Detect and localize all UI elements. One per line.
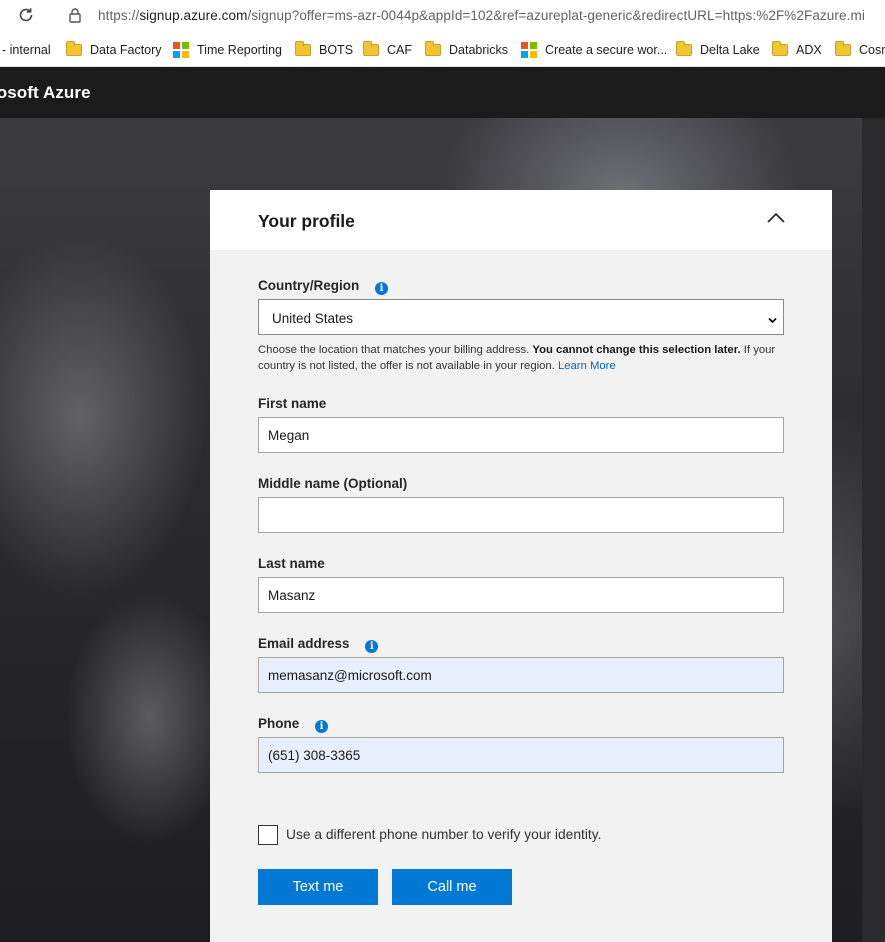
chevron-up-icon[interactable] bbox=[766, 211, 786, 225]
folder-icon bbox=[295, 41, 311, 56]
bookmark-databricks[interactable]: Databricks bbox=[425, 41, 508, 59]
folder-icon bbox=[676, 41, 692, 56]
info-icon[interactable]: i bbox=[365, 640, 379, 653]
bookmark-cosm[interactable]: Cosm bbox=[835, 41, 885, 59]
phone-label: Phone bbox=[258, 716, 300, 731]
background-edge bbox=[862, 118, 885, 942]
chevron-down-icon bbox=[768, 313, 777, 324]
call-me-button[interactable]: Call me bbox=[392, 869, 512, 905]
bookmark-label: Create a secure wor... bbox=[545, 43, 668, 57]
different-phone-checkbox[interactable] bbox=[258, 825, 278, 845]
browser-address-bar: https://signup.azure.com/signup?offer=ms… bbox=[0, 0, 885, 34]
last-name-input[interactable]: Masanz bbox=[258, 577, 784, 613]
bookmark-label: Cosm bbox=[859, 43, 885, 57]
bookmark-label: BOTS bbox=[319, 43, 354, 57]
url-field[interactable]: https://signup.azure.com/signup?offer=ms… bbox=[98, 8, 865, 23]
different-phone-label: Use a different phone number to verify y… bbox=[286, 827, 602, 842]
bookmark-create-secure[interactable]: Create a secure wor... bbox=[521, 41, 667, 59]
text-me-button[interactable]: Text me bbox=[258, 869, 378, 905]
country-label-row: Country/Region i bbox=[258, 278, 389, 295]
bookmark-adx[interactable]: ADX bbox=[772, 41, 822, 59]
reload-icon[interactable] bbox=[16, 6, 36, 26]
email-input[interactable]: memasanz@microsoft.com bbox=[258, 657, 784, 693]
help-warning: You cannot change this selection later. bbox=[532, 344, 741, 356]
country-help-text: Choose the location that matches your bi… bbox=[258, 342, 788, 374]
bookmark-delta-lake[interactable]: Delta Lake bbox=[676, 41, 760, 59]
bookmark-label: CAF bbox=[387, 43, 412, 57]
info-icon[interactable]: i bbox=[375, 282, 389, 295]
country-select[interactable]: United States bbox=[258, 299, 784, 335]
phone-label-row: Phone i bbox=[258, 716, 329, 733]
folder-icon bbox=[425, 41, 441, 56]
first-name-label: First name bbox=[258, 396, 327, 411]
email-label: Email address bbox=[258, 636, 350, 651]
bookmark-data-factory[interactable]: Data Factory bbox=[66, 41, 162, 59]
bookmark-label: Time Reporting bbox=[197, 43, 282, 57]
url-host: signup.azure.com bbox=[139, 8, 248, 23]
url-path: /signup?offer=ms-azr-0044p&appId=102&ref… bbox=[247, 8, 865, 23]
country-label: Country/Region bbox=[258, 278, 360, 293]
azure-brand[interactable]: rosoft Azure bbox=[0, 83, 91, 103]
lock-icon[interactable] bbox=[68, 7, 82, 23]
bookmark-label: Data Factory bbox=[90, 43, 162, 57]
last-name-label: Last name bbox=[258, 556, 325, 571]
folder-icon bbox=[363, 41, 379, 56]
bookmark-caf[interactable]: CAF bbox=[363, 41, 412, 59]
profile-title: Your profile bbox=[258, 211, 355, 231]
bookmark-label: Delta Lake bbox=[700, 43, 760, 57]
folder-icon bbox=[835, 41, 851, 56]
profile-card-header[interactable]: Your profile bbox=[210, 190, 832, 250]
middle-name-label: Middle name (Optional) bbox=[258, 476, 408, 491]
azure-header: rosoft Azure bbox=[0, 67, 885, 118]
first-name-input[interactable]: Megan bbox=[258, 417, 784, 453]
email-label-row: Email address i bbox=[258, 636, 379, 653]
microsoft-logo-icon bbox=[173, 42, 189, 58]
bookmark-label: ADX bbox=[796, 43, 822, 57]
info-icon[interactable]: i bbox=[315, 720, 329, 733]
bookmark-label: Databricks bbox=[449, 43, 509, 57]
microsoft-logo-icon bbox=[521, 42, 537, 58]
folder-icon bbox=[772, 41, 788, 56]
help-text: Choose the location that matches your bi… bbox=[258, 344, 533, 356]
bookmarks-bar: - internal Data Factory Time Reporting B… bbox=[0, 34, 885, 67]
middle-name-input[interactable] bbox=[258, 497, 784, 533]
learn-more-link[interactable]: Learn More bbox=[558, 360, 616, 372]
folder-icon bbox=[66, 41, 82, 56]
phone-input[interactable]: (651) 308-3365 bbox=[258, 737, 784, 773]
url-scheme: https:// bbox=[98, 8, 140, 23]
profile-card: Your profile Country/Region i United Sta… bbox=[210, 190, 832, 942]
bookmark-time-reporting[interactable]: Time Reporting bbox=[173, 41, 282, 59]
bookmark-internal[interactable]: - internal bbox=[2, 41, 51, 59]
bookmark-label: - internal bbox=[2, 43, 51, 57]
bookmark-bots[interactable]: BOTS bbox=[295, 41, 353, 59]
country-value: United States bbox=[272, 311, 354, 326]
